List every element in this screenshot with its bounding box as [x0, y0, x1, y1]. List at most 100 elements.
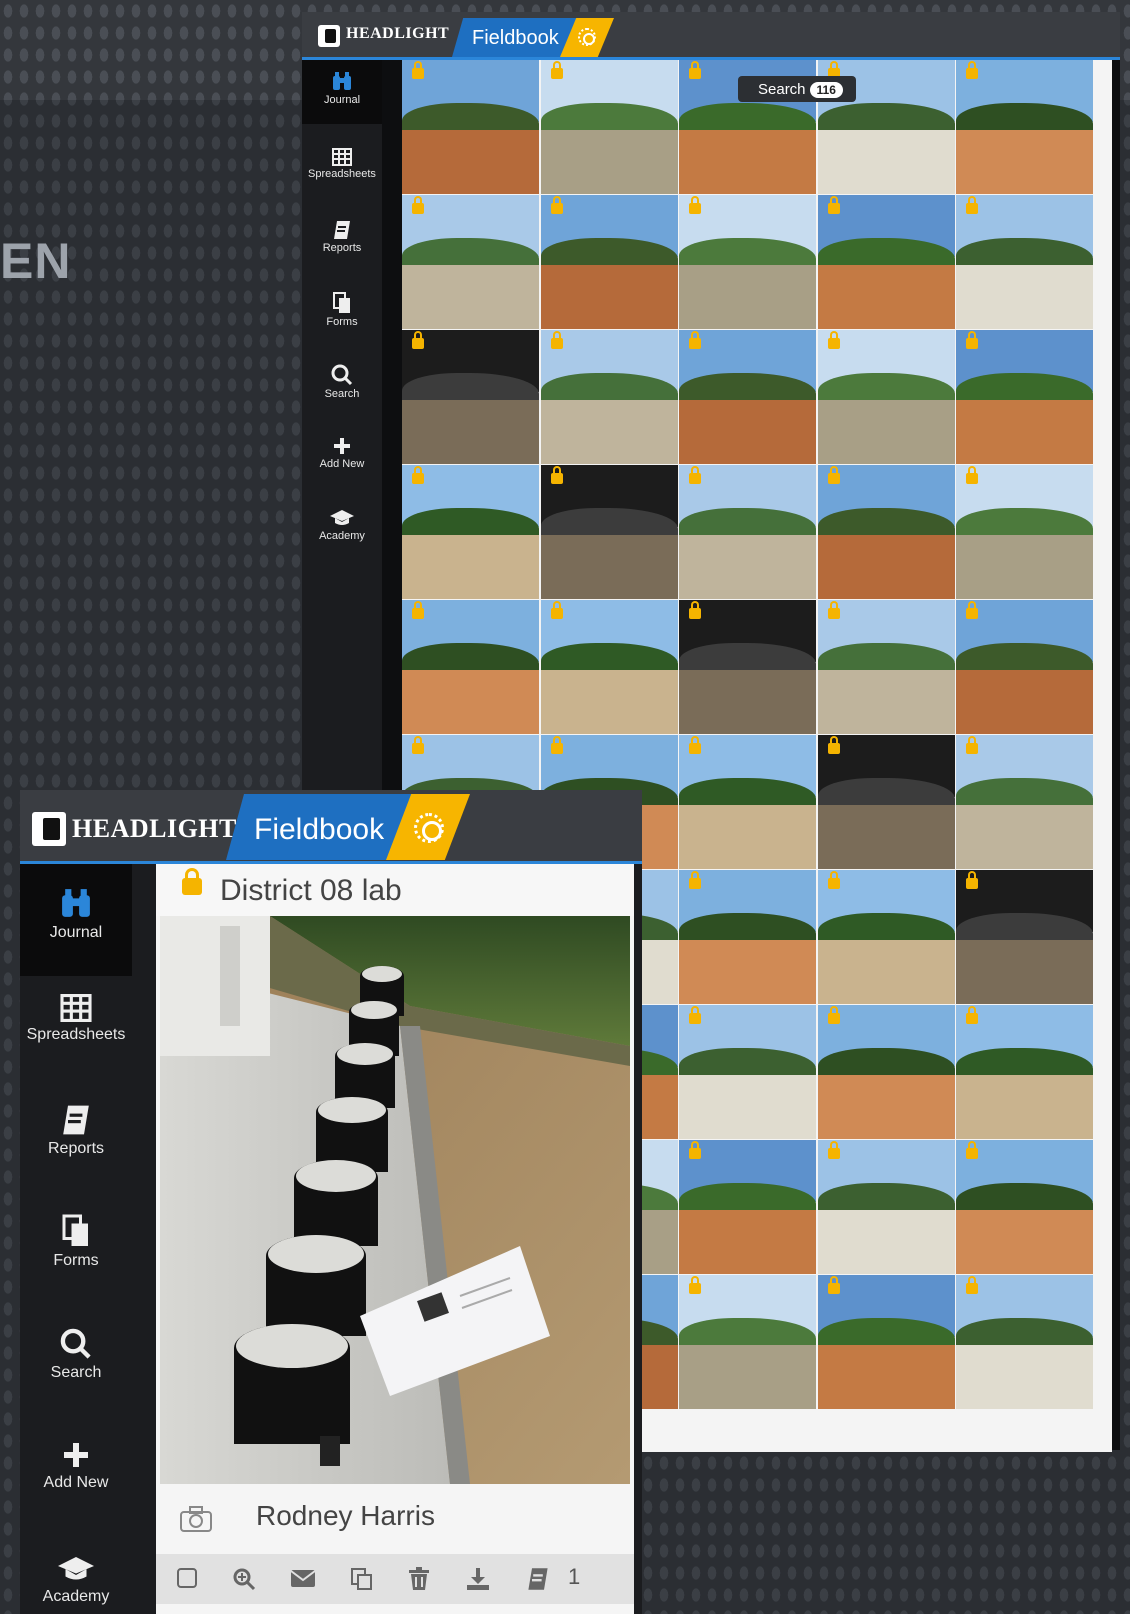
photo-thumbnail[interactable]: [402, 600, 539, 734]
nav-journal[interactable]: Journal: [20, 864, 132, 976]
photo-thumbnail[interactable]: [956, 465, 1093, 599]
nav-search[interactable]: Search: [302, 364, 382, 400]
entry-author: Rodney Harris: [156, 1484, 634, 1552]
photo-thumbnail[interactable]: [956, 870, 1093, 1004]
photo-thumbnail[interactable]: [679, 870, 816, 1004]
forms-icon: [333, 292, 350, 313]
search-results-chip[interactable]: Search 116: [738, 76, 856, 102]
photo-thumbnail[interactable]: [540, 60, 678, 194]
photo-thumbnail[interactable]: [956, 600, 1093, 734]
camera-icon: [180, 1506, 212, 1532]
lock-icon: [827, 466, 840, 484]
photo-thumbnail[interactable]: [540, 330, 678, 464]
photo-thumbnail[interactable]: [817, 735, 955, 869]
lock-icon: [966, 331, 978, 349]
nav-label: Reports: [47, 1140, 105, 1157]
photo-thumbnail[interactable]: [817, 330, 955, 464]
photo-thumbnail[interactable]: [540, 195, 678, 329]
report-icon[interactable]: [526, 1567, 550, 1591]
photo-thumbnail[interactable]: [956, 60, 1093, 194]
entry-photo[interactable]: [160, 916, 630, 1484]
photo-thumbnail[interactable]: [817, 465, 955, 599]
nav-search[interactable]: Search: [20, 1328, 132, 1382]
photo-thumbnail[interactable]: [679, 1140, 816, 1274]
nav-spreadsheets[interactable]: Spreadsheets: [20, 994, 132, 1044]
forms-icon: [62, 1214, 88, 1246]
photo-thumbnail[interactable]: [679, 600, 816, 734]
photo-thumbnail[interactable]: [679, 735, 816, 869]
nav-label: Search: [324, 388, 360, 400]
photo-thumbnail[interactable]: [679, 195, 816, 329]
nav-add-new[interactable]: Add New: [302, 436, 382, 470]
photo-thumbnail[interactable]: [817, 600, 955, 734]
photo-thumbnail[interactable]: [402, 465, 539, 599]
nav-label: Add New: [43, 1474, 109, 1491]
lock-icon: [550, 736, 563, 754]
photo-thumbnail[interactable]: [956, 1275, 1093, 1409]
lock-icon: [689, 61, 701, 79]
photo-thumbnail[interactable]: [956, 735, 1093, 869]
sidebar: Journal Spreadsheets Reports Forms Searc…: [20, 864, 132, 1614]
report-count: 1: [568, 1564, 581, 1589]
nav-label: Journal: [323, 94, 361, 106]
lock-icon: [689, 601, 701, 619]
nav-label: Academy: [319, 530, 365, 542]
nav-reports[interactable]: Reports: [302, 220, 382, 254]
nav-add-new[interactable]: Add New: [20, 1440, 132, 1492]
photo-thumbnail[interactable]: [956, 195, 1093, 329]
lock-icon: [550, 601, 563, 619]
nav-label: Search: [50, 1364, 102, 1381]
lock-icon: [689, 196, 701, 214]
lock-icon: [966, 1141, 978, 1159]
photo-thumbnail[interactable]: [817, 1275, 955, 1409]
photo-thumbnail[interactable]: [817, 1005, 955, 1139]
nav-reports[interactable]: Reports: [20, 1104, 132, 1158]
lock-icon: [412, 331, 424, 349]
binoculars-icon: [62, 889, 90, 917]
gear-icon: [414, 813, 444, 843]
photo-thumbnail[interactable]: [817, 195, 955, 329]
headlight-logo-icon: [318, 25, 340, 47]
report-icon: [63, 1105, 89, 1135]
photo-thumbnail[interactable]: [540, 600, 678, 734]
photo-thumbnail[interactable]: [679, 1275, 816, 1409]
photo-thumbnail[interactable]: [679, 465, 816, 599]
photo-thumbnail[interactable]: [540, 465, 678, 599]
zoom-in-icon[interactable]: [232, 1567, 256, 1591]
nav-academy[interactable]: Academy: [302, 508, 382, 542]
photo-thumbnail[interactable]: [679, 330, 816, 464]
gear-icon: [578, 28, 596, 46]
copy-icon[interactable]: [350, 1567, 374, 1591]
lock-icon: [689, 331, 701, 349]
lock-icon: [182, 868, 202, 895]
nav-forms[interactable]: Forms: [20, 1214, 132, 1270]
photo-thumbnail[interactable]: [402, 330, 539, 464]
download-icon[interactable]: [466, 1567, 490, 1591]
photo-thumbnail[interactable]: [402, 60, 539, 194]
nav-journal[interactable]: Journal: [302, 60, 382, 124]
nav-label: Spreadsheets: [26, 1026, 126, 1043]
nav-label: Spreadsheets: [308, 168, 376, 180]
lock-icon: [412, 736, 424, 754]
photo-thumbnail[interactable]: [817, 1140, 955, 1274]
photo-thumbnail[interactable]: [402, 195, 539, 329]
trash-icon[interactable]: [408, 1567, 430, 1591]
fieldbook-tab[interactable]: Fieldbook: [452, 18, 576, 57]
lock-icon: [689, 1006, 701, 1024]
nav-academy[interactable]: Academy: [20, 1554, 132, 1606]
checkbox-icon[interactable]: [176, 1567, 198, 1589]
entry-toolbar: 1: [156, 1554, 634, 1604]
photo-thumbnail[interactable]: [956, 1005, 1093, 1139]
headlight-logo-icon: [32, 812, 66, 846]
photo-thumbnail[interactable]: [679, 1005, 816, 1139]
photo-thumbnail[interactable]: [956, 330, 1093, 464]
lock-icon: [689, 466, 701, 484]
envelope-icon[interactable]: [290, 1567, 316, 1589]
photo-thumbnail[interactable]: [956, 1140, 1093, 1274]
nav-forms[interactable]: Forms: [302, 292, 382, 328]
photo-thumbnail[interactable]: [817, 870, 955, 1004]
journal-entry-card: District 08 lab Rodney Harris 1: [156, 864, 634, 1614]
lock-icon: [966, 601, 978, 619]
nav-spreadsheets[interactable]: Spreadsheets: [302, 148, 382, 180]
lock-icon: [412, 61, 424, 79]
